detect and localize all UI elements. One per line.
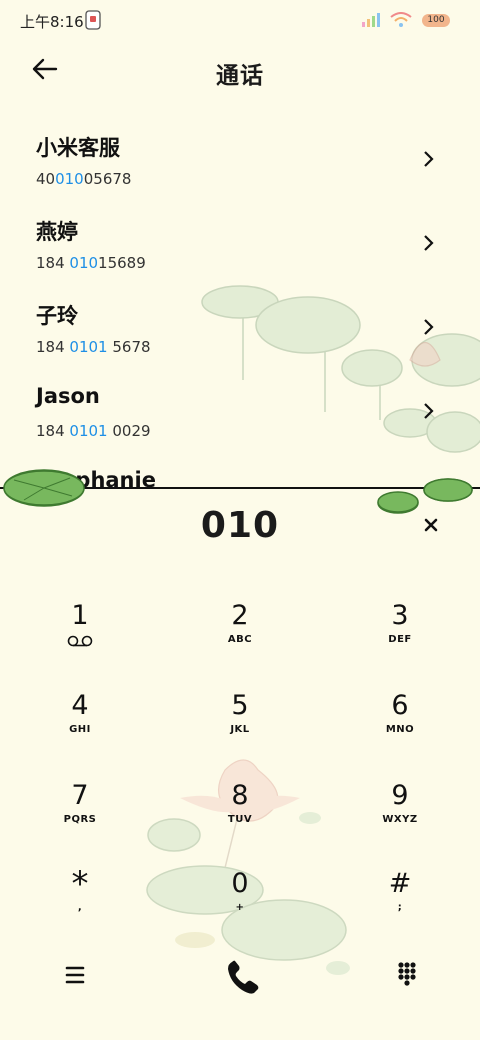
dialpad-icon[interactable] <box>382 950 432 1000</box>
phone-icon[interactable] <box>218 952 268 1002</box>
menu-icon[interactable] <box>50 950 100 1000</box>
dialed-number: 010 <box>200 505 280 546</box>
voicemail-icon <box>67 635 93 647</box>
battery-indicator: 100 <box>422 13 450 27</box>
contact-number: 184 01015689 <box>36 254 146 272</box>
key-hash[interactable]: #; <box>340 868 460 948</box>
close-icon[interactable] <box>418 512 444 538</box>
contact-number: 184 0101 5678 <box>36 338 151 356</box>
contact-name: Jason <box>36 384 100 408</box>
contact-number: 184 0101 0029 <box>36 422 151 440</box>
key-4[interactable]: 4 GHI <box>20 690 140 770</box>
app-notification-icon <box>85 10 101 30</box>
key-2[interactable]: 2 ABC <box>180 600 300 680</box>
chevron-right-icon <box>424 151 434 167</box>
key-6[interactable]: 6 MNO <box>340 690 460 770</box>
key-8[interactable]: 8 TUV <box>180 780 300 860</box>
signal-icon <box>362 13 380 27</box>
key-1[interactable]: 1 <box>20 600 140 680</box>
contact-name: 燕婷 <box>36 220 78 244</box>
page-title: 通话 <box>216 63 264 89</box>
chevron-right-icon <box>424 235 434 251</box>
key-7[interactable]: 7 PQRS <box>20 780 140 860</box>
wifi-icon <box>390 12 412 27</box>
key-9[interactable]: 9 WXYZ <box>340 780 460 860</box>
key-3[interactable]: 3 DEF <box>340 600 460 680</box>
contact-item[interactable]: 燕婷 184 01015689 <box>0 210 480 294</box>
status-icons: 100 <box>362 12 450 28</box>
contact-item[interactable]: 小米客服 4001005678 <box>0 126 480 210</box>
key-star[interactable]: *, <box>20 867 140 948</box>
contact-item[interactable]: 子玲 184 0101 5678 <box>0 294 480 378</box>
contact-name: 小米客服 <box>36 136 120 160</box>
contact-number: 4001005678 <box>36 170 132 188</box>
status-time: 上午8:16 <box>20 13 84 31</box>
chevron-right-icon <box>424 319 434 335</box>
key-0[interactable]: 0 + <box>180 868 300 948</box>
chevron-right-icon <box>424 403 434 419</box>
key-5[interactable]: 5 JKL <box>180 690 300 770</box>
contact-name: 子玲 <box>36 304 78 328</box>
contact-item[interactable]: Jason 184 0101 0029 <box>0 378 480 462</box>
